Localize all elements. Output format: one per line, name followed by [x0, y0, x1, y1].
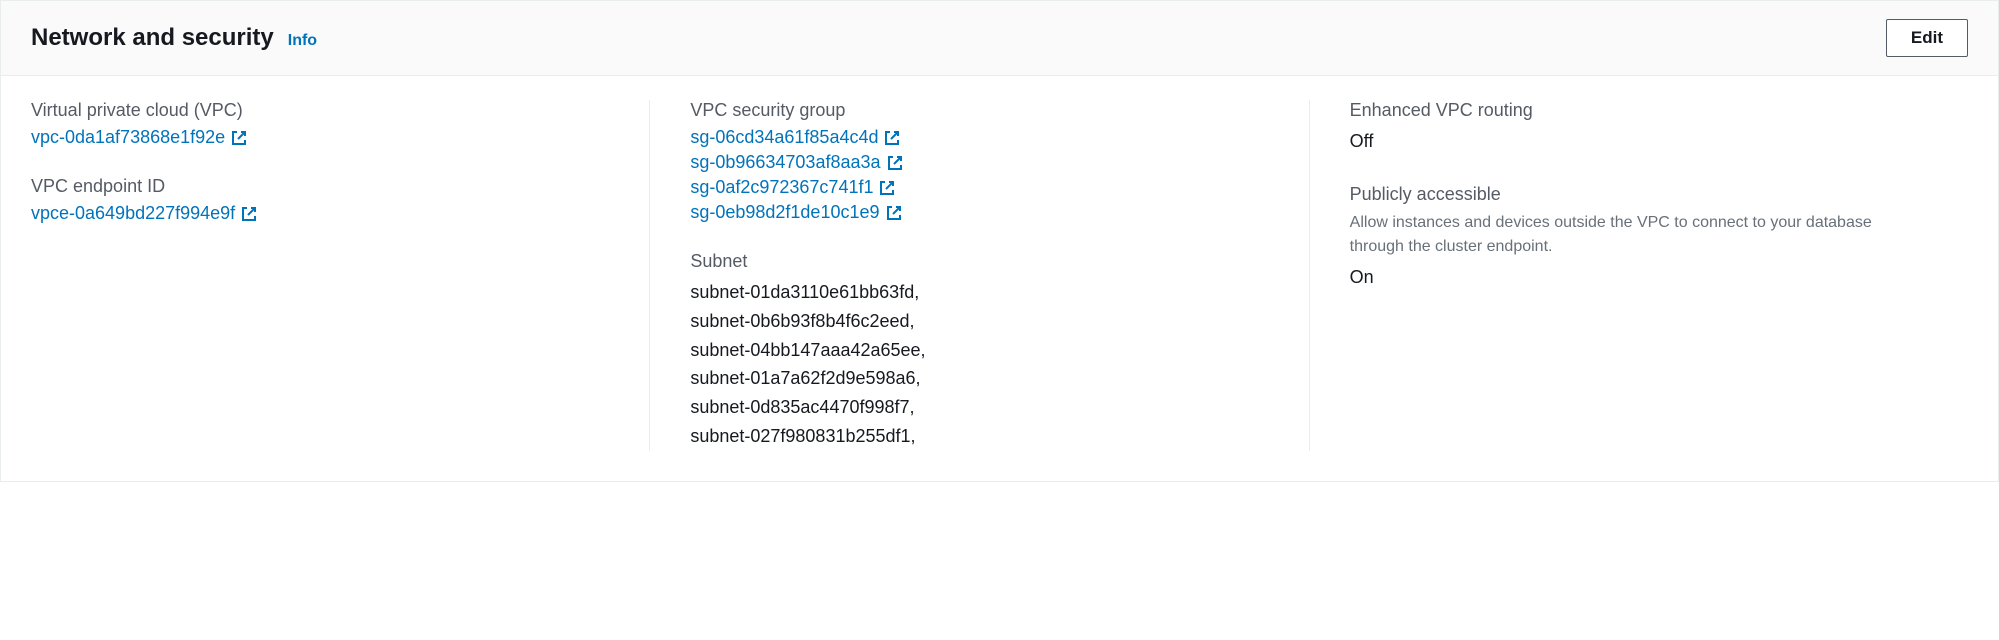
publicly-accessible-desc: Allow instances and devices outside the …	[1350, 211, 1928, 259]
edit-button[interactable]: Edit	[1886, 19, 1968, 57]
field-enhanced-routing: Enhanced VPC routing Off	[1350, 100, 1928, 156]
panel-header: Network and security Info Edit	[1, 1, 1998, 76]
security-group-link-text: sg-0eb98d2f1de10c1e9	[690, 202, 879, 223]
subnet-item: subnet-027f980831b255df1,	[690, 422, 1268, 451]
subnet-item: subnet-04bb147aaa42a65ee,	[690, 336, 1268, 365]
panel-header-left: Network and security Info	[31, 24, 317, 52]
subnet-list: subnet-01da3110e61bb63fd,subnet-0b6b93f8…	[690, 278, 1268, 451]
security-group-link[interactable]: sg-06cd34a61f85a4c4d	[690, 127, 1268, 148]
subnet-label: Subnet	[690, 251, 1268, 272]
vpc-endpoint-label: VPC endpoint ID	[31, 176, 609, 197]
field-subnet: Subnet subnet-01da3110e61bb63fd,subnet-0…	[690, 251, 1268, 451]
column-vpc: Virtual private cloud (VPC) vpc-0da1af73…	[31, 100, 649, 451]
subnet-item: subnet-0b6b93f8b4f6c2eed,	[690, 307, 1268, 336]
vpc-link[interactable]: vpc-0da1af73868e1f92e	[31, 127, 247, 148]
publicly-accessible-label: Publicly accessible	[1350, 184, 1928, 205]
field-security-group: VPC security group sg-06cd34a61f85a4c4ds…	[690, 100, 1268, 223]
vpc-endpoint-link-text: vpce-0a649bd227f994e9f	[31, 203, 235, 224]
external-link-icon	[884, 130, 900, 146]
external-link-icon	[241, 206, 257, 222]
security-group-link-text: sg-06cd34a61f85a4c4d	[690, 127, 878, 148]
field-vpc: Virtual private cloud (VPC) vpc-0da1af73…	[31, 100, 609, 148]
column-security-group: VPC security group sg-06cd34a61f85a4c4ds…	[649, 100, 1308, 451]
network-security-panel: Network and security Info Edit Virtual p…	[0, 0, 1999, 482]
external-link-icon	[886, 205, 902, 221]
security-group-link[interactable]: sg-0eb98d2f1de10c1e9	[690, 202, 1268, 223]
column-routing: Enhanced VPC routing Off Publicly access…	[1309, 100, 1968, 451]
publicly-accessible-value: On	[1350, 263, 1928, 292]
external-link-icon	[879, 180, 895, 196]
info-link[interactable]: Info	[288, 32, 317, 50]
field-publicly-accessible: Publicly accessible Allow instances and …	[1350, 184, 1928, 292]
field-vpc-endpoint: VPC endpoint ID vpce-0a649bd227f994e9f	[31, 176, 609, 224]
security-group-label: VPC security group	[690, 100, 1268, 121]
security-group-list: sg-06cd34a61f85a4c4d sg-0b96634703af8aa3a…	[690, 127, 1268, 223]
external-link-icon	[231, 130, 247, 146]
enhanced-routing-value: Off	[1350, 127, 1928, 156]
panel-body: Virtual private cloud (VPC) vpc-0da1af73…	[1, 76, 1998, 481]
security-group-link-text: sg-0b96634703af8aa3a	[690, 152, 880, 173]
vpc-endpoint-link[interactable]: vpce-0a649bd227f994e9f	[31, 203, 257, 224]
vpc-link-text: vpc-0da1af73868e1f92e	[31, 127, 225, 148]
security-group-link[interactable]: sg-0af2c972367c741f1	[690, 177, 1268, 198]
external-link-icon	[887, 155, 903, 171]
subnet-item: subnet-01a7a62f2d9e598a6,	[690, 364, 1268, 393]
security-group-link-text: sg-0af2c972367c741f1	[690, 177, 873, 198]
panel-title: Network and security	[31, 24, 274, 52]
security-group-link[interactable]: sg-0b96634703af8aa3a	[690, 152, 1268, 173]
subnet-item: subnet-0d835ac4470f998f7,	[690, 393, 1268, 422]
enhanced-routing-label: Enhanced VPC routing	[1350, 100, 1928, 121]
subnet-item: subnet-01da3110e61bb63fd,	[690, 278, 1268, 307]
vpc-label: Virtual private cloud (VPC)	[31, 100, 609, 121]
